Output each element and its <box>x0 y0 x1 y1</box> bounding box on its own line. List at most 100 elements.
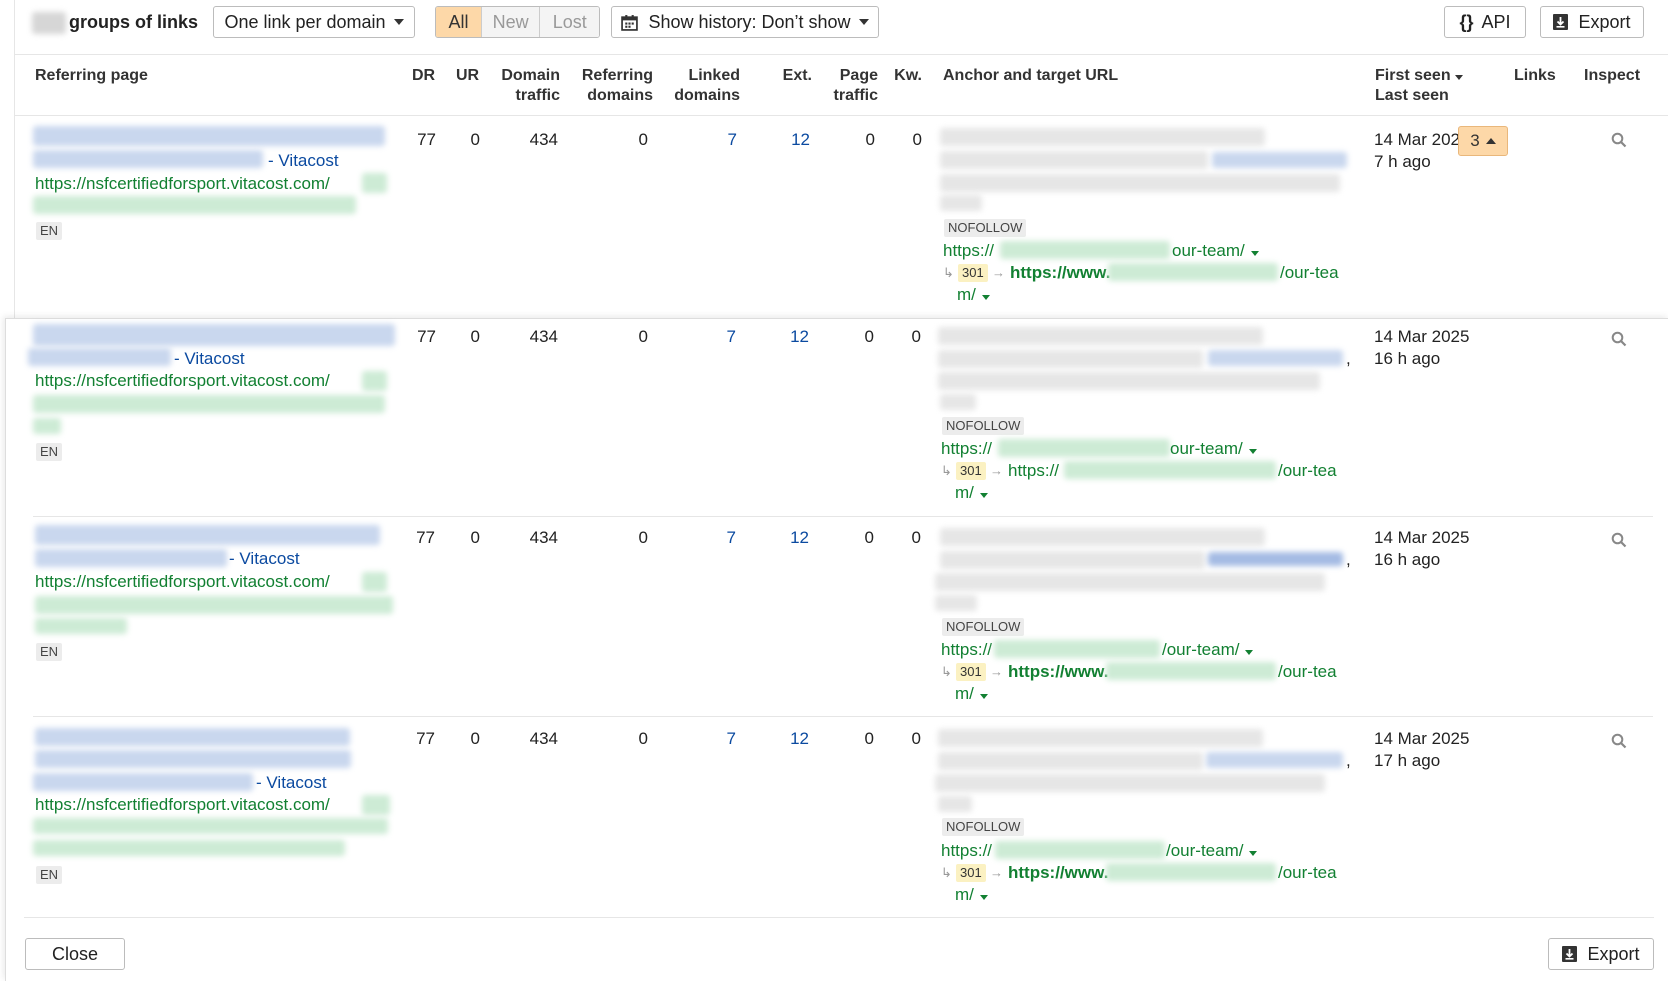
grouping-select[interactable]: One link per domain <box>213 6 415 38</box>
chevron-down-icon[interactable] <box>979 493 988 498</box>
first-seen-value: 14 Mar 2025 <box>1374 327 1470 346</box>
header-page-traffic[interactable]: Page traffic <box>820 66 878 106</box>
chevron-down-icon[interactable] <box>1245 650 1254 655</box>
last-seen-value: 7 h ago <box>1374 152 1431 171</box>
download-icon <box>1553 14 1569 30</box>
header-domain-traffic[interactable]: Domain traffic <box>490 66 560 106</box>
referring-domains-value: 0 <box>638 528 648 547</box>
sort-desc-icon <box>1454 75 1463 80</box>
referring-site-name[interactable]: - Vitacost <box>268 150 339 171</box>
chevron-down-icon[interactable] <box>1249 851 1258 856</box>
header-linked-domains[interactable]: Linked domains <box>665 66 740 106</box>
ur-value: 0 <box>470 327 480 346</box>
dr-value: 77 <box>417 130 436 149</box>
tab-all[interactable]: All <box>436 7 482 37</box>
export-button-bottom[interactable]: Export <box>1548 938 1654 970</box>
search-icon[interactable] <box>1611 132 1627 148</box>
header-kw[interactable]: Kw. <box>880 66 922 86</box>
header-ur[interactable]: UR <box>456 66 479 86</box>
nofollow-badge: NOFOLLOW <box>942 417 1025 435</box>
header-links[interactable]: Links <box>1514 66 1556 86</box>
search-icon[interactable] <box>1611 733 1627 749</box>
chevron-down-icon[interactable] <box>979 895 988 900</box>
api-label: API <box>1481 11 1511 32</box>
referring-url[interactable]: https://nsfcertifiedforsport.vitacost.co… <box>35 370 330 391</box>
chevron-down-icon <box>393 19 404 25</box>
export-button-top[interactable]: Export <box>1540 6 1644 38</box>
domain-traffic-value: 434 <box>529 327 558 346</box>
chevron-down-icon <box>858 19 869 25</box>
search-icon[interactable] <box>1611 532 1627 548</box>
nofollow-badge: NOFOLLOW <box>944 219 1027 237</box>
referring-url[interactable]: https://nsfcertifiedforsport.vitacost.co… <box>35 794 330 815</box>
target-url[interactable]: https:// <box>943 240 994 261</box>
kw-value: 0 <box>911 528 921 547</box>
calendar-icon <box>621 14 639 31</box>
ext-value[interactable]: 12 <box>769 527 809 548</box>
grouping-select-value: One link per domain <box>224 11 386 32</box>
ext-value[interactable]: 12 <box>769 326 809 347</box>
linked-domains-value[interactable]: 7 <box>696 728 736 749</box>
groups-label: groups of links <box>69 12 199 32</box>
tab-lost[interactable]: Lost <box>540 7 599 37</box>
arrow-right-icon: → <box>990 664 1003 679</box>
redirect-url[interactable]: https://www. <box>1008 862 1108 883</box>
header-referring-domains[interactable]: Referring domains <box>570 66 653 106</box>
ur-value: 0 <box>470 729 480 748</box>
referring-url[interactable]: https://nsfcertifiedforsport.vitacost.co… <box>35 173 330 194</box>
referring-domains-value: 0 <box>638 130 648 149</box>
header-ext[interactable]: Ext. <box>770 66 812 86</box>
redirect-code-badge: 301 <box>956 462 986 480</box>
search-icon[interactable] <box>1611 331 1627 347</box>
redirect-url[interactable]: https://www. <box>1008 661 1108 682</box>
header-referring-page[interactable]: Referring page <box>35 66 148 86</box>
redirect-code-badge: 301 <box>956 864 986 882</box>
target-url[interactable]: https:// <box>941 438 992 459</box>
api-button[interactable]: {} API <box>1444 6 1526 38</box>
referring-site-name[interactable]: - Vitacost <box>229 548 300 569</box>
language-badge: EN <box>36 443 63 461</box>
chevron-down-icon[interactable] <box>979 694 988 699</box>
close-button[interactable]: Close <box>25 938 125 970</box>
redirect-url[interactable]: https://www. <box>1010 262 1110 283</box>
target-url[interactable]: https:// <box>941 639 992 660</box>
tab-new[interactable]: New <box>481 7 541 37</box>
chevron-down-icon[interactable] <box>1248 449 1257 454</box>
domain-traffic-value: 434 <box>529 528 558 547</box>
toolbar: groups of links One link per domain All … <box>0 0 1668 52</box>
referring-site-name[interactable]: - Vitacost <box>256 772 327 793</box>
redirect-code-badge: 301 <box>956 663 986 681</box>
ext-value[interactable]: 12 <box>770 129 810 150</box>
page-traffic-value: 0 <box>864 327 874 346</box>
download-icon <box>1562 946 1578 962</box>
export-label: Export <box>1587 943 1640 964</box>
history-select-value: Show history: Don’t show <box>648 11 851 32</box>
header-dr[interactable]: DR <box>412 66 435 86</box>
dr-value: 77 <box>417 327 436 346</box>
groups-count-redacted <box>32 12 66 34</box>
header-inspect: Inspect <box>1584 67 1641 84</box>
expanded-links-panel <box>5 318 1668 981</box>
dr-value: 77 <box>416 729 435 748</box>
chevron-down-icon[interactable] <box>981 295 990 300</box>
links-count-badge[interactable]: 3 <box>1458 126 1508 156</box>
referring-site-name[interactable]: - Vitacost <box>174 348 245 369</box>
target-url[interactable]: https:// <box>941 840 992 861</box>
linked-domains-value[interactable]: 7 <box>696 326 736 347</box>
ext-value[interactable]: 12 <box>769 728 809 749</box>
redirect-url[interactable]: https:// <box>1008 460 1059 481</box>
domain-traffic-value: 434 <box>529 130 558 149</box>
domain-traffic-value: 434 <box>529 729 558 748</box>
referring-url[interactable]: https://nsfcertifiedforsport.vitacost.co… <box>35 571 330 592</box>
nofollow-badge: NOFOLLOW <box>942 818 1025 836</box>
redirect-arrow-icon: ↳ <box>941 664 952 679</box>
linked-domains-value[interactable]: 7 <box>697 129 737 150</box>
header-first-seen[interactable]: First seen Last seen <box>1375 66 1463 106</box>
export-label: Export <box>1578 11 1631 32</box>
history-select[interactable]: Show history: Don’t show <box>611 6 879 38</box>
last-seen-value: 16 h ago <box>1374 349 1441 368</box>
linked-domains-value[interactable]: 7 <box>696 527 736 548</box>
language-badge: EN <box>36 643 63 661</box>
header-last-seen: Last seen <box>1375 87 1449 104</box>
chevron-down-icon[interactable] <box>1250 251 1259 256</box>
